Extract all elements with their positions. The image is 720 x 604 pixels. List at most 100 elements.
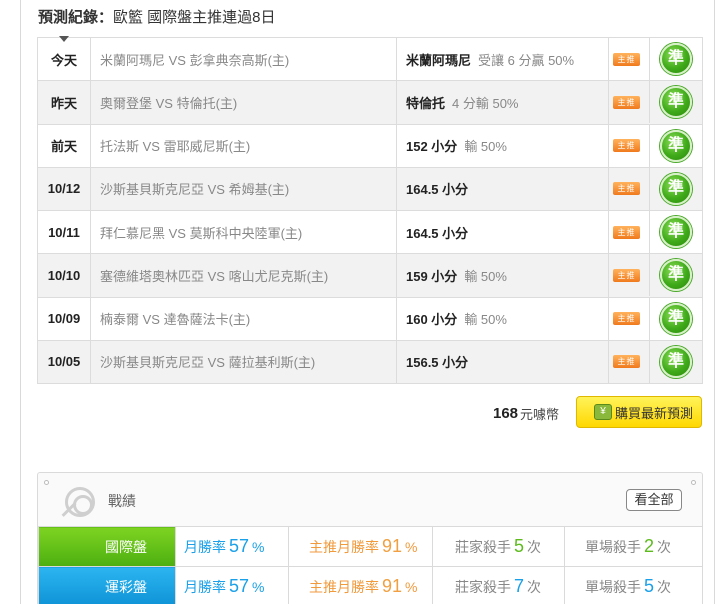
stat-value: 57 [229,576,250,596]
pick-date: 今天 [37,36,91,82]
pick-match[interactable]: 楠泰爾 VS 達魯薩法卡(主) [90,296,397,341]
pick-result-cell: 主推 準 [608,166,703,212]
correct-badge-icon: 準 [660,302,692,335]
pick-selection: 164.5 小分 [396,209,609,255]
correct-badge-icon: 準 [660,86,692,119]
pick-selection: 164.5 小分 [396,166,609,212]
pick-result-cell: 主推 準 [608,339,703,385]
stat-unit: % [252,579,265,595]
pick-line: 受讓 6 分贏 50% [478,52,575,68]
pick-date: 10/10 [37,253,91,298]
stats-title: 戰績 [108,493,136,509]
panel-corner-dot [44,480,49,485]
pick-match[interactable]: 拜仁慕尼黑 VS 莫斯科中央陸軍(主) [90,209,397,255]
stat-label: 主推月勝率 [309,539,379,555]
pick-date: 10/11 [37,209,91,255]
pick-result-cell: 主推 準 [608,209,703,255]
main-pick-monthly-win-rate: 主推月勝率 91% [288,566,433,604]
stat-label: 莊家殺手 [455,539,511,555]
market-type[interactable]: 運彩盤 [38,566,176,604]
price-display: 168 元噱幣 [493,398,559,428]
stat-value: 91 [382,576,403,596]
market-type[interactable]: 國際盤 [38,526,176,567]
stat-unit: % [252,539,265,555]
main-pick-monthly-win-rate: 主推月勝率 91% [288,526,433,567]
main-pick-tag: 主推 [613,312,640,326]
pick-row: 前天 托法斯 VS 雷耶威尼斯(主) 152 小分輸 50% 主推準 [37,123,703,168]
correct-badge-icon: 準 [660,43,692,76]
main-pick-tag: 主推 [613,52,640,66]
pick-selection: 152 小分輸 50% [396,123,609,168]
pick-team: 特倫托 [406,95,446,111]
pick-result-cell: 主推 準 [608,253,703,298]
pick-line: 輸 50% [464,312,507,328]
divider [649,211,650,253]
record-table: 國際盤 月勝率 57% 主推月勝率 91% 莊家殺手 5 次單場殺手 2 次運彩盤 月勝率 57% 主推… [38,526,703,604]
header-text: 歐籃 國際盤主推連過8日 [113,9,276,26]
stat-label: 單場殺手 [585,539,641,555]
price-amount: 168 [493,404,519,422]
single-game-killer-count: 單場殺手 5 次 [564,566,703,604]
stat-unit: 次 [657,579,672,595]
divider [649,38,650,80]
pick-date: 昨天 [37,80,91,125]
page-frame-left [20,0,21,604]
pick-selection: 160 小分輸 50% [396,296,609,341]
pick-row: 10/09 楠泰爾 VS 達魯薩法卡(主) 160 小分輸 50% 主推準 [37,296,703,341]
stat-label: 莊家殺手 [455,579,511,595]
stat-value: 5 [514,536,525,556]
pick-team: 156.5 小分 [406,355,469,371]
pick-match[interactable]: 奧爾登堡 VS 特倫托(主) [90,80,397,125]
bookmaker-killer-count: 莊家殺手 7 次 [432,566,565,604]
pick-match[interactable]: 塞德維塔奧林匹亞 VS 喀山尤尼克斯(主) [90,253,397,298]
main-pick-tag: 主推 [613,355,640,369]
monthly-win-rate: 月勝率 57% [175,526,289,567]
pick-match[interactable]: 沙斯基貝斯克尼亞 VS 薩拉基利斯(主) [90,339,397,385]
stat-label: 月勝率 [184,539,226,555]
record-row: 國際盤 月勝率 57% 主推月勝率 91% 莊家殺手 5 次單場殺手 2 次 [38,526,703,567]
main-pick-tag: 主推 [613,268,640,282]
pick-selection: 156.5 小分 [396,339,609,385]
stat-value: 57 [229,536,250,556]
divider [649,254,650,296]
main-pick-tag: 主推 [613,95,640,109]
divider [649,341,650,383]
panel-corner-dot [691,480,696,485]
pick-result-cell: 主推 準 [608,80,703,125]
stat-unit: 次 [657,539,672,555]
pick-team: 164.5 小分 [406,225,469,241]
pick-result-cell: 主推 準 [608,123,703,168]
pick-row: 10/10 塞德維塔奧林匹亞 VS 喀山尤尼克斯(主) 159 小分輸 50% 主推準 [37,253,703,298]
pick-row: 10/11 拜仁慕尼黑 VS 莫斯科中央陸軍(主) 164.5 小分 主推 準 [37,209,703,255]
correct-badge-icon: 準 [660,259,692,292]
pick-result-cell: 主推 準 [608,36,703,82]
stat-value: 2 [644,536,655,556]
correct-badge-icon: 準 [660,129,692,162]
prediction-record-header: 預測紀錄：歐籃 國際盤主推連過8日 [38,8,276,28]
stat-unit: % [405,579,418,595]
divider [649,298,650,340]
pick-match[interactable]: 托法斯 VS 雷耶威尼斯(主) [90,123,397,168]
pointer-arrow-icon [59,36,69,42]
stat-value: 7 [514,576,525,596]
picks-table: 今天 米蘭阿瑪尼 VS 彭拿典奈高斯(主) 米蘭阿瑪尼 受讓 6 分贏 50% 主推準昨… [37,36,703,385]
pick-date: 10/12 [37,166,91,212]
pick-selection: 特倫托 4 分輸 50% [396,80,609,125]
main-pick-tag: 主推 [613,225,640,239]
stat-label: 主推月勝率 [309,579,379,595]
pick-line: 輸 50% [464,268,507,284]
pick-team: 159 小分 [406,268,458,284]
single-game-killer-count: 單場殺手 2 次 [564,526,703,567]
divider [649,81,650,123]
coin-bag-icon: ¥ [594,404,612,420]
see-all-button[interactable]: 看全部 [626,489,682,511]
main-pick-tag: 主推 [613,182,640,196]
pick-selection: 159 小分輸 50% [396,253,609,298]
stat-label: 單場殺手 [585,579,641,595]
buy-latest-prediction-button[interactable]: ¥ 購買最新預測 [576,396,702,428]
monthly-win-rate: 月勝率 57% [175,566,289,604]
divider [649,168,650,210]
pick-match[interactable]: 米蘭阿瑪尼 VS 彭拿典奈高斯(主) [90,36,397,82]
pick-row: 昨天 奧爾登堡 VS 特倫托(主) 特倫托 4 分輸 50% 主推 準 [37,80,703,125]
pick-match[interactable]: 沙斯基貝斯克尼亞 VS 希姆基(主) [90,166,397,212]
